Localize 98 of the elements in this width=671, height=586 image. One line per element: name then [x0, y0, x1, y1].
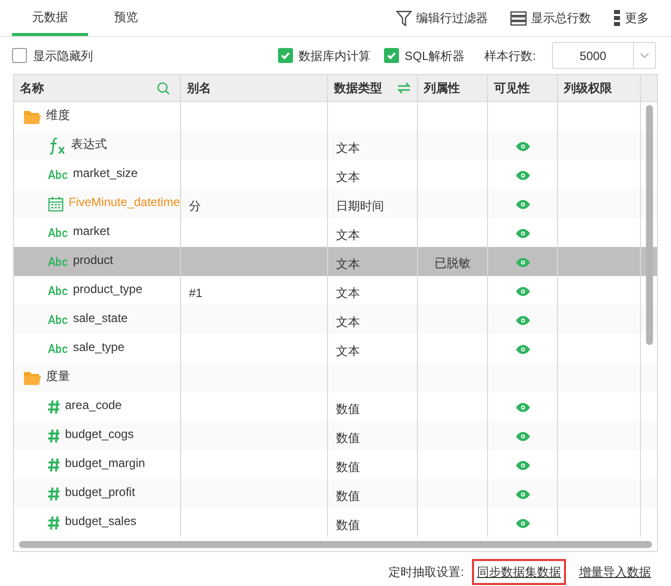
table-row[interactable]: product 文本 已脱敏 — [14, 247, 657, 276]
column-header: 可见性 — [494, 80, 530, 97]
text-type-icon — [48, 257, 68, 266]
field-name: budget_sales — [65, 512, 136, 530]
table-cell-text: #1 — [189, 284, 202, 302]
rows-icon — [510, 10, 527, 26]
table-row[interactable]: budget_cogs 数值 — [14, 421, 657, 450]
table-cell-text: 文本 — [336, 284, 360, 302]
table-cell-text: 文本 — [336, 140, 360, 156]
checkbox[interactable] — [12, 48, 27, 63]
table-cell-text: 数值 — [336, 400, 360, 418]
table-row[interactable]: budget_profit 数值 — [14, 479, 657, 508]
field-name: area_code — [65, 396, 122, 414]
eye-icon — [516, 432, 530, 441]
field-name: 维度 — [46, 106, 70, 124]
text-type-icon — [48, 344, 68, 353]
column-header: 别名 — [187, 80, 211, 97]
table-cell-text: 数值 — [336, 488, 360, 504]
table-cell-text: 分 — [189, 198, 201, 214]
field-name: sale_state — [73, 310, 128, 326]
table-cell-text: 文本 — [336, 256, 360, 272]
eye-icon — [516, 403, 530, 412]
checkbox-label: SQL解析器 — [404, 48, 465, 64]
calendar-icon — [48, 196, 64, 212]
checkbox[interactable] — [384, 48, 399, 63]
function-icon — [48, 136, 66, 154]
schedule-label: 定时抽取设置: — [388, 564, 464, 581]
sample-rows-label: 样本行数: — [484, 48, 536, 64]
toolbar-button[interactable]: 编辑行过滤器 — [396, 9, 488, 27]
tab[interactable]: 预览 — [88, 0, 164, 36]
eye-icon — [516, 258, 530, 267]
eye-icon — [516, 461, 530, 470]
table-cell-text: 数值 — [336, 430, 360, 446]
checkmark-icon — [280, 50, 291, 61]
eye-icon — [516, 490, 530, 499]
eye-icon — [516, 316, 530, 325]
table-cell-text: 数值 — [336, 516, 360, 534]
field-name: sale_type — [73, 338, 124, 356]
folder-icon — [24, 110, 41, 124]
column-header: 列级权限 — [564, 80, 612, 97]
number-type-icon — [48, 400, 60, 414]
field-name: budget_cogs — [65, 426, 134, 442]
table-cell-text: 文本 — [336, 226, 360, 244]
checkbox-label: 显示隐藏列 — [33, 48, 93, 64]
table-row[interactable]: sale_state 文本 — [14, 305, 657, 334]
field-name: budget_margin — [65, 454, 146, 472]
checkmark-icon — [386, 50, 397, 61]
eye-icon — [516, 287, 530, 296]
table-cell-text: 数值 — [336, 458, 360, 476]
table-row[interactable]: FiveMinute_datetime 分 日期时间 — [14, 189, 657, 218]
folder-icon — [24, 370, 41, 384]
table-cell-text: 文本 — [336, 342, 360, 360]
more-icon — [613, 10, 621, 26]
text-type-icon — [48, 286, 68, 295]
number-type-icon — [48, 458, 60, 472]
swap-icon[interactable] — [397, 82, 411, 94]
chevron-down-icon — [640, 53, 649, 58]
text-type-icon — [48, 170, 68, 179]
sample-rows-select[interactable]: 5000 — [552, 42, 656, 69]
table-cell-text: 日期时间 — [336, 198, 384, 214]
eye-icon — [516, 229, 530, 238]
column-header: 名称 — [20, 80, 44, 97]
column-header: 列属性 — [424, 80, 460, 97]
tab[interactable]: 元数据 — [12, 0, 88, 36]
column-header: 数据类型 — [334, 80, 382, 97]
table-cell-text: 文本 — [336, 168, 360, 186]
footer-link[interactable]: 同步数据集数据 — [472, 559, 566, 585]
eye-icon — [516, 142, 530, 151]
field-name: 度量 — [46, 368, 70, 384]
vertical-scrollbar[interactable] — [646, 105, 653, 345]
field-name: market_size — [73, 164, 138, 182]
eye-icon — [516, 171, 530, 180]
field-name: product — [73, 252, 114, 268]
checkbox-label: 数据库内计算 — [298, 48, 371, 64]
checkbox[interactable] — [278, 48, 293, 63]
footer-link[interactable]: 增量导入数据 — [574, 559, 656, 585]
toolbar-button[interactable]: 更多 — [613, 9, 649, 27]
search-icon[interactable] — [157, 82, 170, 94]
number-type-icon — [48, 516, 60, 530]
field-name: budget_profit — [65, 484, 136, 500]
field-name: product_type — [73, 280, 142, 298]
table-row[interactable]: 度量 — [14, 363, 657, 392]
field-name: market — [73, 222, 110, 240]
table-cell-text: 文本 — [336, 314, 360, 330]
eye-icon — [516, 345, 530, 354]
toolbar-button[interactable]: 显示总行数 — [510, 9, 591, 27]
number-type-icon — [48, 486, 60, 500]
field-name: 表达式 — [71, 136, 107, 152]
field-name: FiveMinute_datetime — [68, 194, 180, 210]
table-row[interactable]: 表达式 文本 — [14, 131, 657, 160]
filter-icon — [396, 10, 412, 26]
eye-icon — [516, 519, 530, 528]
number-type-icon — [48, 428, 60, 442]
horizontal-scrollbar[interactable] — [19, 540, 652, 548]
text-type-icon — [48, 315, 68, 324]
text-type-icon — [48, 228, 68, 237]
eye-icon — [516, 200, 530, 209]
table-cell-text: 已脱敏 — [434, 254, 470, 272]
